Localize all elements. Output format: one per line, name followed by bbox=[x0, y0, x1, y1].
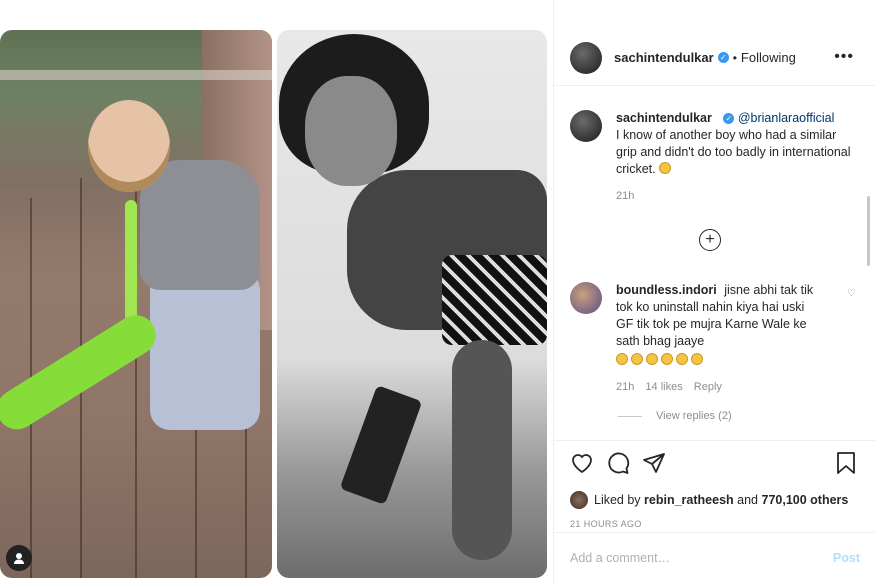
tagged-user-icon[interactable] bbox=[6, 545, 32, 571]
likes-joiner: and bbox=[737, 493, 759, 507]
post-comment-button[interactable]: Post bbox=[833, 551, 860, 565]
caption-comment: sachintendulkar ✓ @brianlaraofficial I k… bbox=[570, 110, 860, 205]
view-replies-label: View replies (2) bbox=[656, 410, 732, 422]
verified-badge-icon: ✓ bbox=[717, 52, 729, 63]
liker-avatar[interactable] bbox=[570, 491, 588, 509]
laughing-emoji-icon bbox=[631, 353, 643, 365]
porch-rail bbox=[0, 70, 272, 80]
view-replies-button[interactable]: View replies (2) bbox=[618, 410, 732, 422]
comments-scrollbar[interactable] bbox=[867, 196, 870, 266]
verified-badge-icon: ✓ bbox=[723, 113, 735, 124]
child-leg bbox=[452, 340, 512, 560]
comment-time[interactable]: 21h bbox=[616, 381, 634, 393]
laughing-emoji-icon bbox=[691, 353, 703, 365]
more-options-icon[interactable]: ••• bbox=[834, 48, 854, 66]
separator-dot: • bbox=[732, 50, 737, 65]
child-head bbox=[88, 100, 170, 192]
share-paper-plane-icon[interactable] bbox=[642, 451, 666, 475]
comment-bubble-icon[interactable] bbox=[606, 451, 630, 475]
comment-item: boundless.indori jisne abhi tak tik tok … bbox=[570, 282, 860, 396]
wooden-bat bbox=[339, 385, 423, 505]
caption-mention[interactable]: @brianlaraofficial bbox=[738, 111, 835, 125]
replies-divider-line bbox=[618, 415, 642, 417]
reply-button[interactable]: Reply bbox=[694, 381, 722, 393]
save-bookmark-icon[interactable] bbox=[836, 451, 856, 475]
laughing-emoji-icon bbox=[661, 353, 673, 365]
post-side-panel: sachintendulkar ✓ • Following ••• sachin… bbox=[553, 0, 875, 583]
photo-child-batting-bw[interactable] bbox=[277, 30, 547, 578]
comment-like-heart-icon[interactable]: ♡ bbox=[847, 288, 856, 299]
following-button[interactable]: Following bbox=[741, 50, 796, 65]
liker-username[interactable]: rebin_ratheesh bbox=[644, 493, 734, 507]
action-icons-row bbox=[570, 451, 860, 475]
add-comment-input[interactable] bbox=[570, 551, 833, 565]
post-header: sachintendulkar ✓ • Following ••• bbox=[554, 30, 875, 86]
load-more-comments-icon[interactable]: + bbox=[699, 229, 721, 251]
post-actions: Liked by rebin_ratheesh and 770,100 othe… bbox=[554, 440, 875, 529]
likes-summary: Liked by rebin_ratheesh and 770,100 othe… bbox=[570, 491, 860, 509]
laughing-emoji-icon bbox=[676, 353, 688, 365]
child-pants bbox=[150, 270, 260, 430]
post-timestamp[interactable]: 21 HOURS AGO bbox=[570, 519, 860, 529]
child-face bbox=[305, 76, 397, 186]
caption-text: I know of another boy who had a similar … bbox=[616, 128, 851, 176]
likes-others-count[interactable]: 770,100 others bbox=[762, 493, 849, 507]
child-shirt bbox=[140, 160, 260, 290]
add-comment-bar: Post bbox=[554, 532, 875, 583]
laughing-emoji-icon bbox=[616, 353, 628, 365]
photo-child-batting-color[interactable] bbox=[0, 30, 272, 578]
author-username[interactable]: sachintendulkar bbox=[614, 50, 714, 65]
caption-time[interactable]: 21h bbox=[616, 190, 634, 202]
caption-username[interactable]: sachintendulkar bbox=[616, 111, 712, 125]
comment-username[interactable]: boundless.indori bbox=[616, 283, 717, 297]
author-avatar[interactable] bbox=[570, 41, 602, 74]
child-shorts bbox=[442, 255, 547, 345]
comments-section[interactable]: sachintendulkar ✓ @brianlaraofficial I k… bbox=[554, 86, 875, 438]
post-media bbox=[0, 0, 553, 583]
laughing-emoji-icon bbox=[646, 353, 658, 365]
grin-emoji-icon bbox=[659, 162, 672, 174]
commenter-avatar[interactable] bbox=[570, 282, 602, 314]
caption-avatar[interactable] bbox=[570, 110, 602, 142]
like-heart-icon[interactable] bbox=[570, 452, 594, 474]
laughing-emoji-row bbox=[616, 352, 816, 369]
comment-likes[interactable]: 14 likes bbox=[645, 381, 682, 393]
likes-prefix: Liked by bbox=[594, 493, 641, 507]
